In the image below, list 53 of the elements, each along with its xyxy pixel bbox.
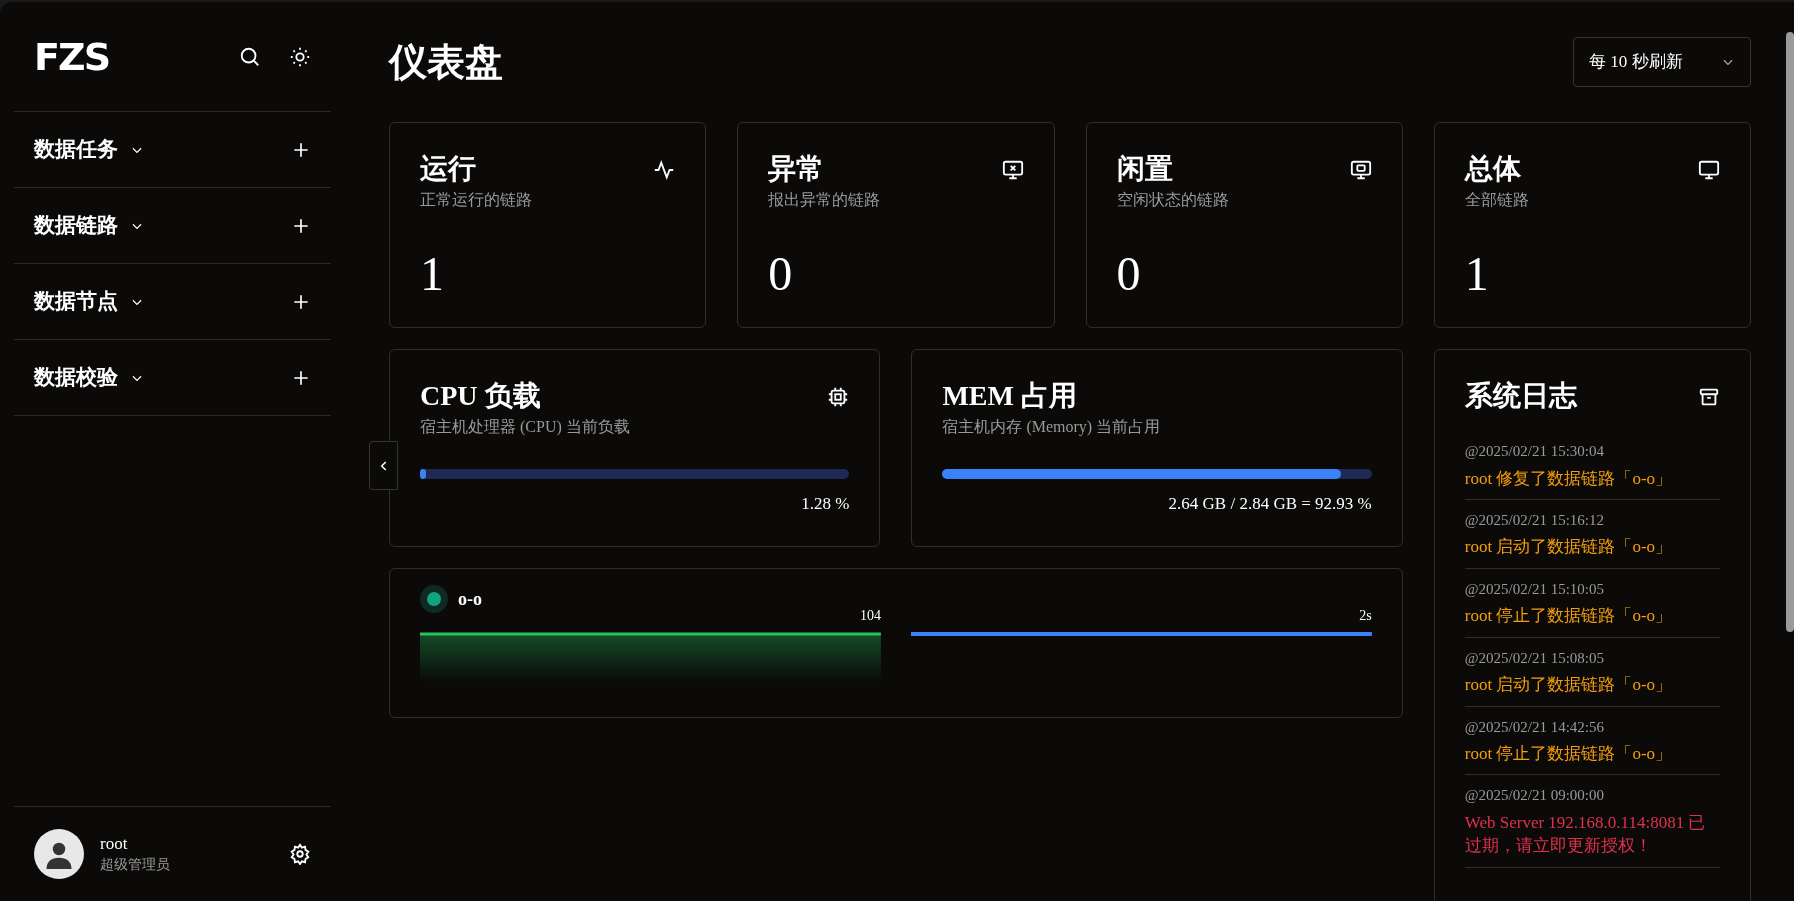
stat-value: 0 [768, 250, 794, 298]
nav-section-toggle[interactable]: 数据校验 [34, 361, 144, 394]
user-role: 超级管理员 [100, 856, 170, 875]
stat-subtitle: 报出异常的链路 [768, 190, 882, 210]
log-timestamp: @2025/02/21 15:30:04 [1464, 442, 1605, 461]
stat-title: 总体 [1464, 152, 1521, 186]
log-message: root 启动了数据链路「o-o」 [1464, 674, 1674, 697]
log-message: root 停止了数据链路「o-o」 [1464, 743, 1674, 765]
nav-section-toggle[interactable]: 数据任务 [34, 133, 144, 166]
stat-value: 1 [1464, 250, 1490, 298]
log-title: 系统日志 [1464, 379, 1577, 413]
stat-subtitle: 正常运行的链路 [420, 190, 533, 210]
page-title: 仪表盘 [389, 39, 503, 85]
stat-title: 异常 [768, 152, 825, 186]
nav-section-toggle[interactable]: 数据节点 [34, 285, 144, 318]
log-message: root 修复了数据链路「o-o」 [1464, 467, 1674, 490]
meter-subtitle: 宿主机处理器 (CPU) 当前负载 [420, 417, 631, 438]
logo: FZS [34, 37, 110, 76]
stat-subtitle: 空闲状态的链路 [1116, 190, 1230, 210]
throughput-value: 104 [859, 607, 881, 625]
search-icon[interactable] [239, 45, 261, 68]
monitor-icon [1698, 159, 1720, 181]
meter-title: MEM 占用 [942, 379, 1077, 413]
log-message: Web Server 192.168.0.114:8081 已过期，请立即更新授权！ [1464, 811, 1707, 858]
log-timestamp: @2025/02/21 09:00:00 [1464, 786, 1605, 806]
user-name: root [100, 832, 129, 855]
stat-value: 0 [1116, 250, 1142, 298]
scrollbar[interactable] [1786, 32, 1794, 632]
latency-value: 2s [1359, 607, 1372, 625]
archive-box-icon [1698, 386, 1720, 408]
nav-section-toggle[interactable]: 数据链路 [34, 209, 144, 242]
log-timestamp: @2025/02/21 15:08:05 [1464, 648, 1605, 668]
log-timestamp: @2025/02/21 15:16:12 [1464, 510, 1605, 530]
stat-title: 运行 [420, 152, 476, 186]
sun-icon[interactable] [289, 45, 311, 68]
log-message: root 停止了数据链路「o-o」 [1464, 605, 1674, 628]
meter-title: CPU 负载 [420, 379, 541, 413]
log-timestamp: @2025/02/21 14:42:56 [1464, 717, 1605, 737]
meter-subtitle: 宿主机内存 (Memory) 当前占用 [942, 417, 1162, 438]
activity-icon [653, 159, 676, 181]
settings-icon[interactable] [289, 843, 311, 865]
refresh-interval-dropdown[interactable]: 每 10 秒刷新 [1573, 37, 1751, 87]
monitor-x-icon [1001, 159, 1024, 181]
stat-value: 1 [420, 250, 445, 298]
stat-title: 闲置 [1116, 152, 1173, 186]
log-timestamp: @2025/02/21 15:10:05 [1464, 579, 1605, 599]
log-message: root 启动了数据链路「o-o」 [1464, 536, 1674, 559]
meter-reading: 2.64 GB / 2.84 GB = 92.93 % [1168, 493, 1372, 515]
chip-icon [827, 386, 850, 408]
monitor-icon [1349, 159, 1372, 181]
meter-reading: 1.28 % [801, 493, 850, 515]
link-name: o-o [458, 587, 482, 611]
stat-subtitle: 全部链路 [1464, 190, 1530, 210]
